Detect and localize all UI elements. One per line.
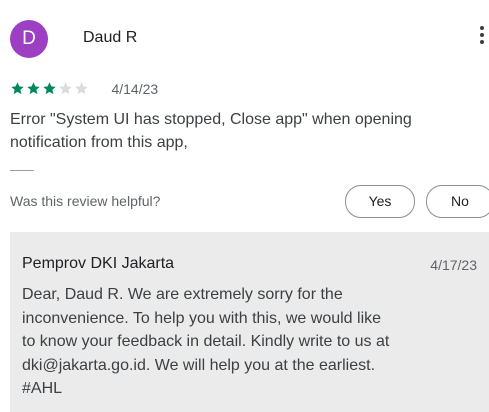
reply-text: Dear, Daud R. We are extremely sorry for… bbox=[22, 283, 487, 401]
review-text-line: notification from this app, bbox=[10, 134, 188, 151]
more-vert-icon[interactable] bbox=[479, 26, 485, 52]
review-text: Error "System UI has stopped, Close app"… bbox=[10, 108, 489, 154]
review-date: 4/14/23 bbox=[111, 80, 159, 97]
no-button[interactable]: No bbox=[426, 185, 489, 218]
star-rating bbox=[10, 80, 90, 97]
reply-date: 4/17/23 bbox=[430, 257, 477, 273]
developer-name: Pemprov DKI Jakarta bbox=[22, 255, 175, 272]
star-filled-icon bbox=[11, 82, 24, 95]
reviewer-name: Daud R bbox=[83, 29, 138, 46]
divider bbox=[10, 170, 34, 171]
rating-row: 4/14/23 bbox=[10, 80, 158, 98]
helpful-prompt: Was this review helpful? bbox=[10, 193, 161, 209]
reply-text-line: to know your feedback in detail. Kindly … bbox=[22, 333, 390, 350]
star-filled-icon bbox=[27, 82, 40, 95]
review-text-line: Error "System UI has stopped, Close app"… bbox=[10, 111, 412, 128]
star-empty-icon bbox=[75, 82, 88, 95]
reply-text-line: #AHL bbox=[22, 380, 63, 397]
yes-button[interactable]: Yes bbox=[345, 185, 415, 218]
reply-text-line: inconvenience. To help you with this, we… bbox=[22, 309, 382, 327]
review-header: D Daud R bbox=[10, 20, 489, 58]
avatar: D bbox=[10, 20, 48, 58]
reply-text-line: dki@jakarta.go.id. We will help you at t… bbox=[22, 356, 376, 374]
star-filled-icon bbox=[43, 82, 56, 95]
star-empty-icon bbox=[59, 82, 72, 95]
reply-text-line: Dear, Daud R. We are extremely sorry for… bbox=[22, 286, 343, 303]
helpful-row: Was this review helpful? Yes No bbox=[10, 185, 489, 218]
developer-reply: Pemprov DKI Jakarta 4/17/23 Dear, Daud R… bbox=[10, 232, 489, 412]
